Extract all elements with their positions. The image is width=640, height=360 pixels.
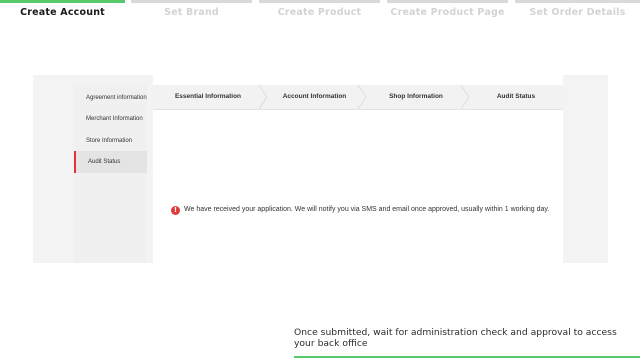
error-icon: ! xyxy=(171,206,180,215)
step-label: Set Order Details xyxy=(529,7,626,18)
tab-account-information[interactable]: Account Information xyxy=(267,85,362,109)
sidebar-item-agreement[interactable]: Agreement information xyxy=(74,87,147,109)
sidebar-item-audit-status[interactable]: Audit Status xyxy=(74,151,147,173)
caption-underline xyxy=(294,356,640,358)
notice-text: We have received your application. We wi… xyxy=(184,206,550,213)
wizard-tabs: Essential Information Account Informatio… xyxy=(153,85,563,110)
step-set-order-details[interactable]: Set Order Details xyxy=(515,0,640,26)
chevron-right-icon xyxy=(461,85,469,109)
step-label: Create Product Page xyxy=(390,7,505,18)
sidebar-item-store[interactable]: Store Information xyxy=(74,130,147,152)
step-create-product-page[interactable]: Create Product Page xyxy=(387,0,508,26)
chevron-right-icon xyxy=(358,85,366,109)
tab-shop-information[interactable]: Shop Information xyxy=(366,85,466,109)
step-create-product[interactable]: Create Product xyxy=(259,0,380,26)
step-create-account[interactable]: Create Account xyxy=(0,0,125,26)
step-bar xyxy=(0,0,125,3)
caption-text: Once submitted, wait for administration … xyxy=(294,327,617,349)
tab-audit-status[interactable]: Audit Status xyxy=(469,85,563,109)
step-bar xyxy=(131,0,252,3)
step-label: Create Account xyxy=(20,7,105,18)
sidebar: Agreement information Merchant Informati… xyxy=(74,85,147,263)
step-label: Create Product xyxy=(277,7,362,18)
progress-steps: Create Account Set Brand Create Product … xyxy=(0,0,640,26)
step-bar xyxy=(259,0,380,3)
step-label: Set Brand xyxy=(164,7,219,18)
step-set-brand[interactable]: Set Brand xyxy=(131,0,252,26)
step-bar xyxy=(515,0,640,3)
sidebar-item-merchant[interactable]: Merchant Information xyxy=(74,108,147,130)
step-bar xyxy=(387,0,508,3)
chevron-right-icon xyxy=(259,85,267,109)
tab-essential-information[interactable]: Essential Information xyxy=(153,85,263,109)
audit-notice: ! We have received your application. We w… xyxy=(171,203,549,217)
